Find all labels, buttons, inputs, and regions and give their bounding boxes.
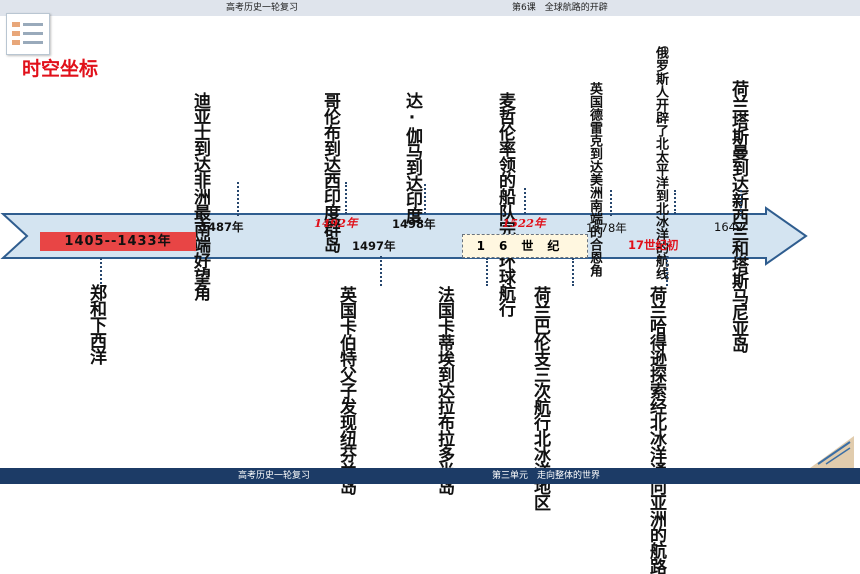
slide-thumbnail-icon bbox=[6, 13, 50, 55]
event-text-tasman: 荷兰塔斯曼到达新西兰和塔斯马尼亚岛 bbox=[728, 80, 748, 352]
date-magellan: 1522年 bbox=[502, 216, 546, 230]
footer-bar: 高考历史一轮复习 第三单元 走向整体的世界 bbox=[0, 468, 860, 484]
connector-barents bbox=[572, 258, 574, 286]
event-text-magellan: 麦哲伦率领的船队完成环球航行 bbox=[495, 92, 515, 316]
event-text-barents: 荷兰巴伦支三次航行北冰洋地区 bbox=[530, 286, 550, 510]
date-cartier: 16世纪 bbox=[462, 234, 588, 258]
connector-cabot bbox=[380, 256, 382, 286]
event-text-gama: 达·伽马到达印度 bbox=[402, 92, 422, 223]
event-text-zhenghe: 郑和下西洋 bbox=[86, 284, 106, 364]
corner-ornament-icon bbox=[810, 436, 854, 468]
date-gama: 1498年 bbox=[392, 217, 436, 231]
date-dias: 1487年 bbox=[200, 220, 244, 234]
connector-russia bbox=[674, 190, 676, 214]
date-columbus: 1492年 bbox=[314, 216, 358, 230]
connector-zhenghe bbox=[100, 258, 102, 284]
date-tasman: 1642 bbox=[714, 220, 744, 234]
event-text-cabot: 英国卡伯特父子发现纽芬兰岛 bbox=[336, 286, 356, 494]
connector-columbus bbox=[345, 182, 347, 214]
date-cabot: 1497年 bbox=[352, 239, 396, 253]
footer-unit-title: 第三单元 走向整体的世界 bbox=[492, 471, 601, 481]
section-title: 时空坐标 bbox=[22, 58, 99, 80]
header-bar: 高考历史一轮复习 第6课 全球航路的开辟 bbox=[0, 0, 860, 16]
event-text-drake: 英国德雷克到达美洲南端的合恩角 bbox=[587, 82, 602, 277]
header-lesson-title: 第6课 全球航路的开辟 bbox=[512, 3, 608, 13]
event-text-cartier: 法国卡蒂埃到达拉布拉多半岛 bbox=[434, 286, 454, 494]
date-zhenghe: 1405--1433年 bbox=[40, 232, 196, 251]
event-text-dias: 迪亚士到达非洲最南端好望角 bbox=[190, 92, 210, 300]
date-drake: 1578年 bbox=[586, 221, 627, 235]
connector-hudson bbox=[666, 256, 668, 286]
connector-dias bbox=[237, 182, 239, 216]
date-hudson: 17世纪初 bbox=[628, 238, 679, 252]
connector-drake bbox=[610, 190, 612, 216]
header-course-title: 高考历史一轮复习 bbox=[226, 3, 299, 13]
footer-course-title: 高考历史一轮复习 bbox=[238, 471, 311, 481]
connector-cartier bbox=[486, 258, 488, 286]
connector-gama bbox=[424, 184, 426, 214]
event-text-hudson: 荷兰哈得逊探索经北冰洋通向亚洲的航路 bbox=[646, 286, 666, 574]
connector-tasman bbox=[740, 190, 742, 216]
connector-magellan bbox=[524, 188, 526, 214]
